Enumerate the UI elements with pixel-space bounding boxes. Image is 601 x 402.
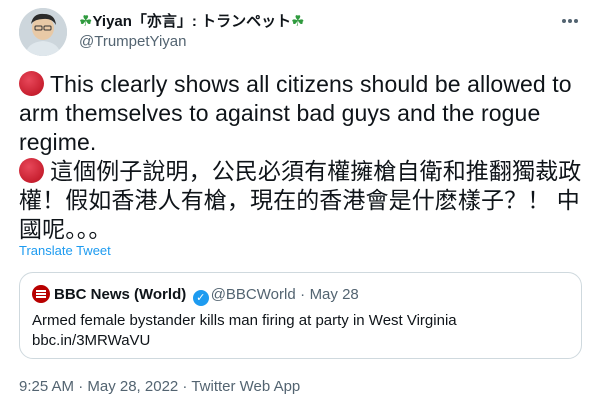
quoted-tweet-header: BBC News (World) ✓ @BBCWorld · May 28	[32, 285, 359, 306]
avatar-image	[19, 8, 67, 56]
clover-icon: ☘	[291, 13, 305, 30]
tweet-paragraph-text: 這個例子說明，公民必須有權擁槍自衛和推翻獨裁政權！假如香港人有槍，現在的香港會是…	[19, 158, 582, 242]
display-name[interactable]: ☘Yiyan「亦言」: トランペット☘	[79, 12, 305, 32]
tweet-text: This clearly shows all citizens should b…	[19, 70, 587, 244]
quoted-tweet-link: bbc.in/3MRWaVU	[32, 332, 151, 349]
red-circle-icon	[19, 71, 44, 96]
display-name-text: Yiyan「亦言」: トランペット	[92, 13, 292, 30]
tweet-paragraph-chinese: 這個例子說明，公民必須有權擁槍自衛和推翻獨裁政權！假如香港人有槍，現在的香港會是…	[19, 157, 587, 244]
translate-tweet-link[interactable]: Translate Tweet	[19, 243, 111, 258]
tweet-paragraph-english: This clearly shows all citizens should b…	[19, 70, 587, 157]
verified-badge-icon: ✓	[192, 290, 209, 306]
tweet-paragraph-text: This clearly shows all citizens should b…	[19, 71, 572, 155]
quoted-separator: ·	[300, 286, 306, 303]
red-circle-icon	[19, 158, 44, 183]
quoted-author-handle: @BBCWorld	[210, 286, 296, 303]
tweet-timestamp[interactable]: 9:25 AM · May 28, 2022 · Twitter Web App	[19, 378, 300, 395]
quoted-tweet-card[interactable]: BBC News (World) ✓ @BBCWorld · May 28 Arm…	[19, 272, 582, 359]
quoted-author-name: BBC News (World)	[54, 286, 187, 303]
quoted-date: May 28	[309, 286, 359, 303]
bbc-logo-icon	[32, 285, 50, 303]
more-options-icon[interactable]	[561, 12, 587, 32]
quoted-tweet-body: Armed female bystander kills man firing …	[32, 311, 457, 351]
clover-icon: ☘	[79, 13, 93, 30]
tweet-header: ☘Yiyan「亦言」: トランペット☘ @TrumpetYiyan	[19, 8, 589, 58]
quoted-tweet-text: Armed female bystander kills man firing …	[32, 312, 457, 329]
author-handle[interactable]: @TrumpetYiyan	[79, 32, 305, 52]
avatar[interactable]	[19, 8, 67, 56]
